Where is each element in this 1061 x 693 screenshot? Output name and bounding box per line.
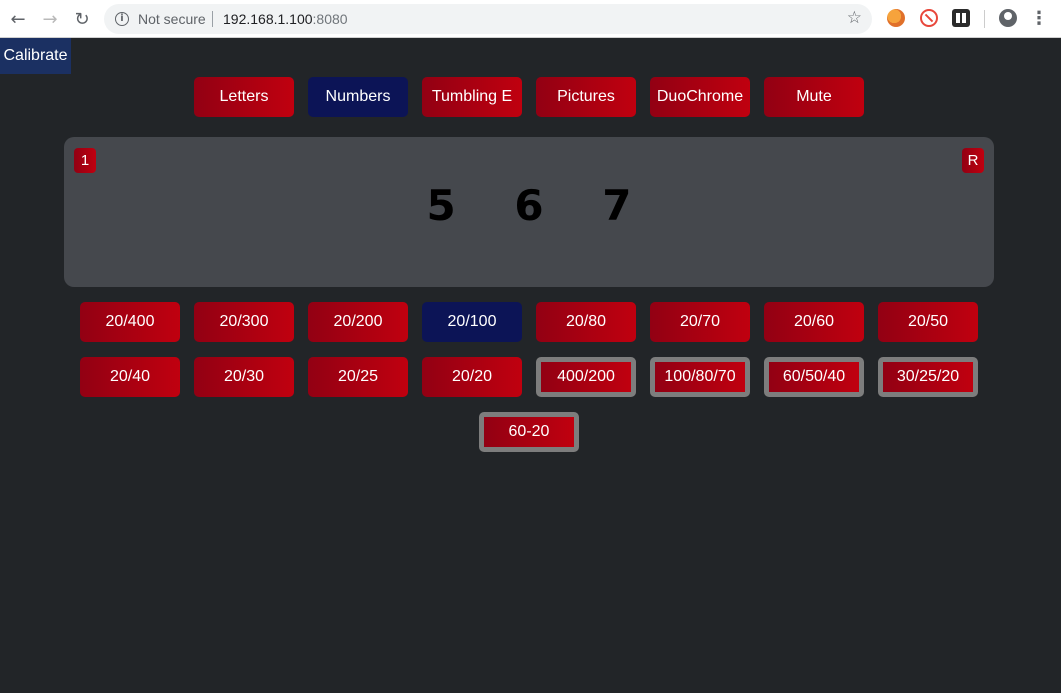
forward-arrow-icon[interactable]: → <box>38 7 62 31</box>
acuity-20-70-button[interactable]: 20/70 <box>650 302 750 342</box>
multi-line-100-80-70-button[interactable]: 100/80/70 <box>650 357 750 397</box>
randomize-button[interactable]: R <box>962 148 984 173</box>
acuity-20-80-button[interactable]: 20/80 <box>536 302 636 342</box>
multi-line-60-50-40-button[interactable]: 60/50/40 <box>764 357 864 397</box>
multi-line-400-200-button[interactable]: 400/200 <box>536 357 636 397</box>
mode-letters-button[interactable]: Letters <box>194 77 294 117</box>
line-number-badge[interactable]: 1 <box>74 148 96 173</box>
mode-duochrome-button[interactable]: DuoChrome <box>650 77 750 117</box>
address-bar[interactable]: i Not secure 192.168.1.100:8080 ☆ <box>104 4 872 34</box>
acuity-20-40-button[interactable]: 20/40 <box>80 357 180 397</box>
menu-dots-icon[interactable]: ⋮ <box>1030 8 1048 29</box>
block-extension-icon[interactable] <box>920 9 938 27</box>
acuity-20-20-button[interactable]: 20/20 <box>422 357 522 397</box>
acuity-20-400-button[interactable]: 20/400 <box>80 302 180 342</box>
extension-icon[interactable] <box>887 9 905 27</box>
chart-display: 1 R 5 6 7 <box>64 137 994 287</box>
divider <box>984 10 985 28</box>
back-arrow-icon[interactable]: ← <box>6 7 30 31</box>
reload-icon[interactable]: ↻ <box>70 7 94 31</box>
acuity-20-60-button[interactable]: 20/60 <box>764 302 864 342</box>
extension-icon[interactable] <box>952 9 970 27</box>
mute-button[interactable]: Mute <box>764 77 864 117</box>
url-text[interactable]: 192.168.1.100:8080 <box>223 11 348 27</box>
acuity-20-300-button[interactable]: 20/300 <box>194 302 294 342</box>
security-label[interactable]: Not secure <box>138 11 206 27</box>
acuity-20-100-button[interactable]: 20/100 <box>422 302 522 342</box>
calibrate-button[interactable]: Calibrate <box>0 38 71 74</box>
range-60-20-button[interactable]: 60-20 <box>479 412 579 452</box>
mode-numbers-button[interactable]: Numbers <box>308 77 408 117</box>
browser-toolbar: ← → ↻ i Not secure 192.168.1.100:8080 ☆ … <box>0 0 1061 38</box>
divider <box>212 11 213 27</box>
acuity-20-200-button[interactable]: 20/200 <box>308 302 408 342</box>
acuity-20-25-button[interactable]: 20/25 <box>308 357 408 397</box>
optotype-line: 5 6 7 <box>426 181 654 230</box>
info-icon[interactable]: i <box>115 12 129 26</box>
profile-avatar-icon[interactable] <box>999 9 1017 27</box>
acuity-20-30-button[interactable]: 20/30 <box>194 357 294 397</box>
mode-pictures-button[interactable]: Pictures <box>536 77 636 117</box>
mode-tumbling-e-button[interactable]: Tumbling E <box>422 77 522 117</box>
bookmark-star-icon[interactable]: ☆ <box>847 8 862 28</box>
multi-line-30-25-20-button[interactable]: 30/25/20 <box>878 357 978 397</box>
acuity-20-50-button[interactable]: 20/50 <box>878 302 978 342</box>
